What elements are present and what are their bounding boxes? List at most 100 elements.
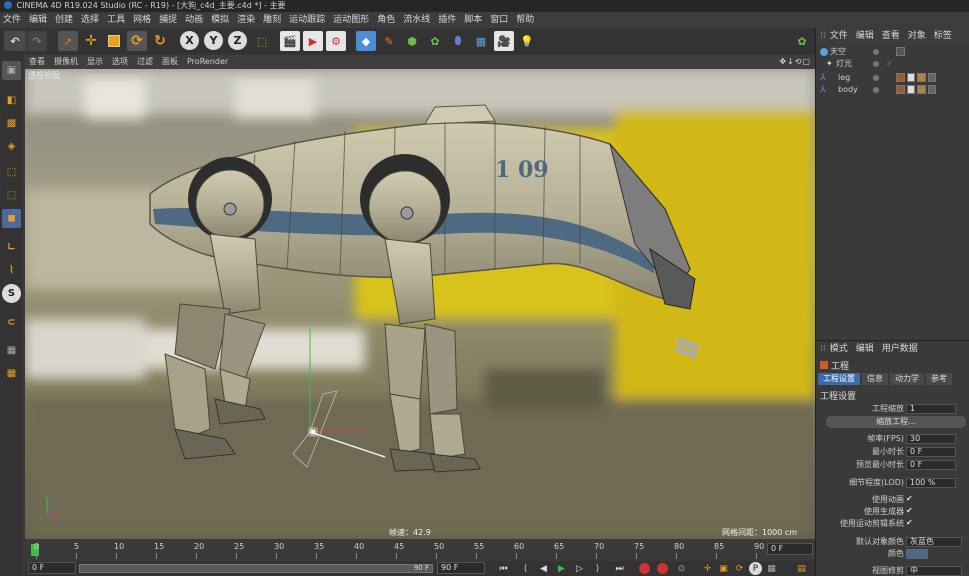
object-menu-objects[interactable]: 对象 [904, 28, 930, 44]
timeline-window-icon[interactable]: ▤ [795, 562, 808, 575]
menu-pipeline[interactable]: 流水线 [400, 12, 435, 28]
move-tool-icon[interactable]: ✛ [81, 31, 101, 51]
cube-primitive-icon[interactable]: ◆ [356, 31, 376, 51]
object-menu-view[interactable]: 查看 [878, 28, 904, 44]
render-view-icon[interactable]: 🎬 [280, 31, 300, 51]
pen-spline-icon[interactable]: ✎ [379, 31, 399, 51]
tweak-mode-icon[interactable]: ⌇ [2, 261, 21, 280]
tab-project-settings[interactable]: 工程设置 [818, 373, 860, 385]
scale-project-button[interactable]: 缩放工程... [826, 416, 966, 428]
make-editable-icon[interactable]: ▣ [2, 61, 21, 80]
menu-help[interactable]: 帮助 [513, 12, 539, 28]
points-mode-icon[interactable]: ⬚ [2, 163, 21, 182]
menu-window[interactable]: 窗口 [487, 12, 513, 28]
tab-info[interactable]: 信息 [862, 373, 888, 385]
viewport-menu-cameras[interactable]: 摄像机 [50, 55, 83, 69]
menu-mograph[interactable]: 运动图形 [330, 12, 374, 28]
viewport-menu-prorender[interactable]: ProRender [183, 55, 233, 69]
viewport-menu-view[interactable]: 查看 [25, 55, 50, 69]
preview-range-slider[interactable]: 90 F [79, 564, 433, 573]
next-frame-icon[interactable]: ▷ [573, 562, 586, 575]
use-animation-checkbox[interactable]: ✔ [906, 495, 914, 503]
rotate-tool-icon[interactable]: ⟳ [127, 31, 147, 51]
menu-character[interactable]: 角色 [374, 12, 400, 28]
perspective-viewport[interactable]: 1 09 透视视图 帧速：42.9 网格间距：1000 cm [25, 69, 815, 539]
record-keys-icon[interactable] [639, 563, 650, 574]
use-generators-checkbox[interactable]: ✔ [906, 507, 914, 515]
visibility-dot[interactable] [873, 49, 879, 55]
object-tags[interactable] [896, 85, 936, 95]
project-scale-field[interactable]: 1 [906, 404, 956, 414]
menu-motion-tracking[interactable]: 运动跟踪 [286, 12, 330, 28]
object-tags[interactable] [896, 47, 936, 57]
viewport-menu-display[interactable]: 显示 [83, 55, 108, 69]
y-axis-button[interactable]: Y [204, 31, 223, 50]
keyframe-selection-icon[interactable]: ⊙ [675, 562, 688, 575]
object-menu-tags[interactable]: 标签 [930, 28, 956, 44]
menu-file[interactable]: 文件 [0, 12, 26, 28]
color-swatch[interactable] [906, 549, 928, 559]
key-scale-icon[interactable]: ▣ [717, 562, 730, 575]
key-position-icon[interactable]: ✛ [701, 562, 714, 575]
timeline[interactable]: 0 5 10 15 20 25 30 35 40 45 50 55 60 65 70 75 80 85 90 0 F [25, 539, 815, 561]
viewport-clipping-dropdown[interactable]: 中 [906, 566, 962, 576]
scale-tool-icon[interactable] [104, 31, 124, 51]
timeline-ruler[interactable]: 0 5 10 15 20 25 30 35 40 45 50 55 60 65 70 75 80 85 90 [28, 541, 764, 559]
select-tool-icon[interactable]: ➚ [58, 31, 78, 51]
attribute-menu-edit[interactable]: 编辑 [852, 341, 878, 357]
enabled-check-icon[interactable]: ✓ [886, 58, 893, 70]
snapping-icon[interactable]: S [2, 284, 21, 303]
use-motion-system-checkbox[interactable]: ✔ [906, 519, 914, 527]
menu-animate[interactable]: 动画 [182, 12, 208, 28]
key-pla-icon[interactable]: ▦ [765, 562, 778, 575]
camera-icon[interactable]: 🎥 [494, 31, 514, 51]
next-key-icon[interactable]: ⟩ [591, 562, 604, 575]
object-menu-edit[interactable]: 编辑 [852, 28, 878, 44]
x-axis-button[interactable]: X [180, 31, 199, 50]
subdivision-icon[interactable]: ⬢ [402, 31, 422, 51]
deformer-icon[interactable]: ⬮ [448, 31, 468, 51]
previous-frame-icon[interactable]: ◀ [537, 562, 550, 575]
min-time-field[interactable]: 0 F [906, 447, 956, 457]
key-parameter-icon[interactable]: P [749, 562, 762, 575]
play-forward-icon[interactable]: ▶ [555, 562, 568, 575]
object-row-body[interactable]: ⅄ body [816, 84, 969, 96]
model-mode-icon[interactable]: ◧ [2, 91, 21, 110]
redo-icon[interactable]: ↷ [27, 31, 47, 51]
lod-field[interactable]: 100 % [906, 478, 956, 488]
workplane-icon[interactable]: ◈ [2, 137, 21, 156]
lock-workplane-icon[interactable]: ▦ [2, 341, 21, 360]
z-axis-button[interactable]: Z [228, 31, 247, 50]
viewport-menu-filter[interactable]: 过滤 [133, 55, 158, 69]
viewport-menu-panel[interactable]: 面板 [158, 55, 183, 69]
object-row-leg[interactable]: ⅄ leg [816, 72, 969, 84]
undo-icon[interactable]: ↶ [4, 31, 26, 51]
menu-script[interactable]: 脚本 [461, 12, 487, 28]
recent-tool-icon[interactable]: ↻ [150, 31, 170, 51]
magnet-icon[interactable]: ⊂ [2, 313, 21, 332]
preview-min-time-field[interactable]: 0 F [906, 460, 956, 470]
menu-edit[interactable]: 编辑 [26, 12, 52, 28]
go-to-end-icon[interactable]: ⏭ [613, 562, 626, 575]
layout-icon[interactable]: ✿ [792, 31, 812, 51]
object-row-sky[interactable]: 天空 [816, 46, 969, 58]
menu-select[interactable]: 选择 [78, 12, 104, 28]
previous-key-icon[interactable]: ⟨ [519, 562, 532, 575]
floor-icon[interactable]: ▦ [471, 31, 491, 51]
menu-plugins[interactable]: 插件 [435, 12, 461, 28]
axis-mode-icon[interactable]: ∟ [2, 238, 21, 257]
coordinate-system-icon[interactable]: ⬚ [252, 31, 272, 51]
menu-snap[interactable]: 捕捉 [156, 12, 182, 28]
tab-referencing[interactable]: 参考 [926, 373, 952, 385]
menu-tools[interactable]: 工具 [104, 12, 130, 28]
key-rotation-icon[interactable]: ⟳ [733, 562, 746, 575]
object-row-light[interactable]: ✦ 灯光 ✓ [816, 58, 969, 70]
object-menu-file[interactable]: 文件 [826, 28, 852, 44]
attribute-menu-userdata[interactable]: 用户数据 [878, 341, 922, 357]
edges-mode-icon[interactable]: ⬚ [2, 186, 21, 205]
planar-workplane-icon[interactable]: ▦ [2, 364, 21, 383]
polygons-mode-icon[interactable]: ◼ [2, 209, 21, 228]
light-icon[interactable]: 💡 [517, 31, 537, 51]
tab-dynamics[interactable]: 动力学 [890, 373, 924, 385]
array-mograph-icon[interactable]: ✿ [425, 31, 445, 51]
